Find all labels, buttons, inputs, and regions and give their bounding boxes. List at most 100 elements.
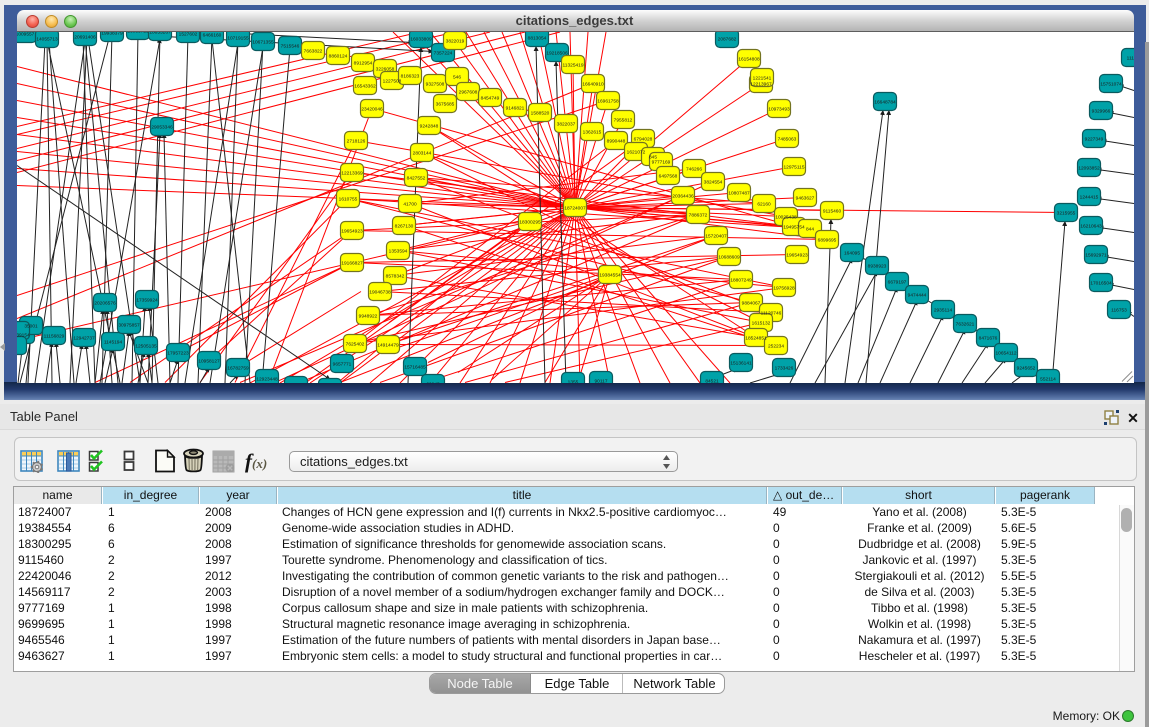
svg-text:10671355: 10671355 bbox=[252, 39, 274, 45]
svg-text:19046738: 19046738 bbox=[369, 289, 391, 295]
svg-text:18524851: 18524851 bbox=[745, 335, 767, 341]
svg-text:9242848: 9242848 bbox=[420, 123, 439, 129]
svg-text:10958127: 10958127 bbox=[198, 358, 220, 364]
svg-text:8938923: 8938923 bbox=[868, 263, 887, 269]
svg-text:9884067: 9884067 bbox=[742, 300, 761, 306]
svg-text:552114: 552114 bbox=[1040, 376, 1056, 382]
svg-text:1145194: 1145194 bbox=[104, 339, 123, 345]
svg-text:12093852: 12093852 bbox=[1078, 165, 1100, 171]
svg-text:16543362: 16543362 bbox=[354, 83, 376, 89]
svg-text:7632621: 7632621 bbox=[956, 321, 975, 327]
svg-text:6466160: 6466160 bbox=[203, 32, 222, 38]
svg-text:19654923: 19654923 bbox=[786, 252, 808, 258]
svg-text:7357224: 7357224 bbox=[434, 50, 453, 56]
svg-text:15751074: 15751074 bbox=[1100, 81, 1122, 87]
svg-text:16961758: 16961758 bbox=[597, 98, 619, 104]
svg-text:16210643: 16210643 bbox=[1080, 223, 1102, 229]
svg-text:1221541: 1221541 bbox=[753, 75, 772, 81]
svg-text:1733426: 1733426 bbox=[775, 365, 794, 371]
svg-text:12975115: 12975115 bbox=[784, 164, 805, 170]
svg-text:12213967: 12213967 bbox=[750, 81, 772, 87]
svg-text:20691406: 20691406 bbox=[74, 34, 96, 40]
svg-text:6497568: 6497568 bbox=[659, 173, 678, 179]
svg-text:9115460: 9115460 bbox=[823, 208, 842, 214]
svg-text:9327508: 9327508 bbox=[426, 81, 445, 87]
svg-text:10973493: 10973493 bbox=[768, 106, 790, 112]
svg-text:7515546: 7515546 bbox=[281, 43, 300, 49]
svg-text:11325419: 11325419 bbox=[563, 62, 584, 68]
svg-text:15136141: 15136141 bbox=[730, 360, 752, 366]
svg-text:41700: 41700 bbox=[403, 201, 417, 207]
svg-text:164095: 164095 bbox=[844, 250, 860, 256]
svg-text:3822037: 3822037 bbox=[557, 121, 576, 127]
svg-text:7886372: 7886372 bbox=[689, 212, 708, 218]
svg-text:18724007: 18724007 bbox=[564, 205, 586, 211]
svg-text:12505135: 12505135 bbox=[135, 343, 157, 349]
svg-text:10719155: 10719155 bbox=[227, 35, 249, 41]
svg-text:10025438: 10025438 bbox=[775, 214, 797, 220]
svg-text:12213369: 12213369 bbox=[341, 170, 363, 176]
svg-text:16154808: 16154808 bbox=[738, 56, 760, 62]
svg-text:14055713: 14055713 bbox=[36, 36, 58, 42]
svg-text:10654112: 10654112 bbox=[996, 350, 1017, 356]
svg-text:90117: 90117 bbox=[595, 378, 608, 383]
svg-text:10688609: 10688609 bbox=[718, 254, 740, 260]
svg-text:1527602: 1527602 bbox=[179, 32, 198, 37]
svg-text:19384554: 19384554 bbox=[599, 272, 621, 278]
svg-text:1615132: 1615132 bbox=[752, 320, 771, 326]
svg-text:9463627: 9463627 bbox=[796, 195, 815, 201]
svg-text:746266: 746266 bbox=[686, 166, 702, 172]
svg-text:9146821: 9146821 bbox=[506, 105, 525, 111]
svg-text:10853267: 10853267 bbox=[149, 32, 171, 35]
svg-text:844: 844 bbox=[806, 226, 814, 232]
svg-text:16640910: 16640910 bbox=[582, 81, 604, 87]
svg-text:1227508: 1227508 bbox=[383, 78, 402, 84]
svg-text:1355: 1355 bbox=[568, 379, 579, 383]
svg-text:9657771: 9657771 bbox=[333, 361, 352, 367]
svg-text:3215955: 3215955 bbox=[1057, 210, 1076, 216]
svg-text:19218506: 19218506 bbox=[546, 50, 568, 56]
svg-text:1588520: 1588520 bbox=[531, 110, 550, 116]
svg-text:19495754: 19495754 bbox=[783, 224, 805, 230]
svg-text:29053346: 29053346 bbox=[151, 124, 173, 130]
svg-text:7625402: 7625402 bbox=[346, 341, 365, 347]
svg-text:17359924: 17359924 bbox=[136, 297, 158, 303]
svg-text:18807249: 18807249 bbox=[730, 277, 752, 283]
svg-text:6679197: 6679197 bbox=[888, 279, 907, 285]
svg-text:7955812: 7955812 bbox=[614, 117, 633, 123]
svg-text:30975857: 30975857 bbox=[118, 322, 140, 328]
svg-text:19654923: 19654923 bbox=[341, 228, 363, 234]
svg-text:9777169: 9777169 bbox=[652, 159, 671, 165]
svg-text:23420046: 23420046 bbox=[361, 106, 383, 112]
svg-text:1621072: 1621072 bbox=[627, 149, 646, 155]
svg-text:15716485: 15716485 bbox=[404, 364, 426, 370]
svg-text:15692971: 15692971 bbox=[1085, 252, 1107, 258]
svg-text:1009557: 1009557 bbox=[17, 32, 35, 37]
svg-text:8990448: 8990448 bbox=[607, 138, 626, 144]
svg-text:8813054: 8813054 bbox=[528, 35, 547, 41]
svg-text:7485063: 7485063 bbox=[778, 136, 797, 142]
svg-text:84521: 84521 bbox=[705, 378, 719, 383]
svg-text:3226058: 3226058 bbox=[376, 66, 395, 72]
svg-text:16033809: 16033809 bbox=[410, 36, 432, 42]
svg-text:9948922: 9948922 bbox=[359, 313, 378, 319]
svg-text:20206576: 20206576 bbox=[94, 300, 116, 306]
svg-text:14914479: 14914479 bbox=[377, 342, 399, 348]
svg-text:8454749: 8454749 bbox=[481, 95, 500, 101]
svg-text:39154: 39154 bbox=[17, 332, 30, 338]
svg-text:16782759: 16782759 bbox=[227, 365, 249, 371]
svg-text:1610755: 1610755 bbox=[339, 196, 358, 202]
svg-text:60945: 60945 bbox=[426, 381, 440, 383]
svg-text:10807487: 10807487 bbox=[728, 190, 750, 196]
svg-text:6899695: 6899695 bbox=[818, 237, 837, 243]
svg-text:15720407: 15720407 bbox=[705, 233, 727, 239]
svg-text:8267130: 8267130 bbox=[395, 223, 414, 229]
svg-text:18300295: 18300295 bbox=[519, 219, 541, 225]
svg-text:3675685: 3675685 bbox=[436, 101, 455, 107]
svg-text:9227349: 9227349 bbox=[1085, 136, 1104, 142]
svg-text:1353594: 1353594 bbox=[389, 248, 408, 254]
svg-text:19756928: 19756928 bbox=[773, 285, 795, 291]
svg-text:17957223: 17957223 bbox=[167, 350, 189, 356]
svg-text:9245652: 9245652 bbox=[1017, 365, 1036, 371]
svg-text:8427552: 8427552 bbox=[407, 175, 426, 181]
